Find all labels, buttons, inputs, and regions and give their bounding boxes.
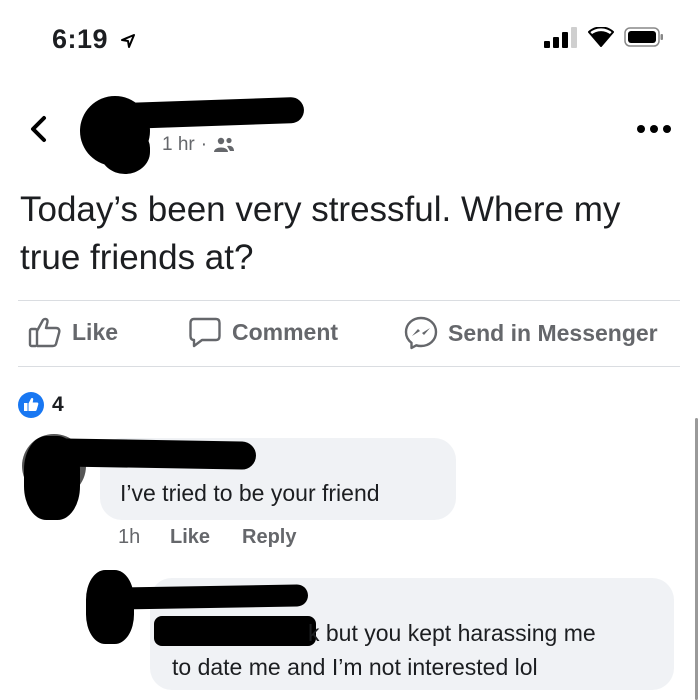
chevron-left-icon bbox=[31, 116, 46, 142]
comment-reply-button[interactable]: Reply bbox=[242, 526, 296, 549]
like-reaction-icon bbox=[18, 392, 44, 418]
status-icons bbox=[544, 26, 664, 48]
post-time[interactable]: 1 hr bbox=[162, 134, 195, 156]
post-text: Today’s been very stressful. Where my tr… bbox=[20, 190, 621, 277]
reply-text-line-1: k but you kept harassing me bbox=[308, 620, 596, 646]
author-name-redacted[interactable] bbox=[117, 96, 305, 130]
like-label: Like bbox=[72, 318, 119, 345]
more-options-icon bbox=[637, 125, 671, 133]
comment-time: 1h bbox=[118, 526, 141, 548]
status-time: 6:19 bbox=[52, 24, 136, 55]
wifi-icon bbox=[588, 27, 614, 47]
post-meta: 1 hr · bbox=[162, 134, 235, 156]
post-options-button[interactable] bbox=[636, 122, 672, 134]
comment-text: I’ve tried to be your friend bbox=[120, 480, 380, 506]
divider bbox=[18, 300, 680, 301]
reaction-count: 4 bbox=[52, 393, 64, 416]
signal-icon bbox=[544, 27, 577, 48]
comment-label: Comment bbox=[232, 318, 339, 345]
clock-text: 6:19 bbox=[52, 24, 109, 54]
reply-author-name-redacted[interactable] bbox=[109, 584, 309, 610]
friends-icon bbox=[214, 137, 235, 152]
scrollbar[interactable] bbox=[695, 418, 698, 700]
comment-reply-label: Reply bbox=[242, 526, 297, 548]
reply-text-line-2: to date me and I’m not interested lol bbox=[172, 654, 538, 680]
send-in-messenger-label: Send in Messenger bbox=[448, 319, 658, 346]
divider bbox=[18, 366, 680, 367]
comment-icon bbox=[189, 317, 221, 348]
thumbs-up-icon bbox=[28, 317, 61, 348]
meta-separator: · bbox=[200, 134, 208, 155]
reactions-summary[interactable]: 4 bbox=[18, 392, 64, 418]
redaction-mark bbox=[100, 130, 150, 174]
send-in-messenger-button[interactable]: Send in Messenger bbox=[404, 316, 658, 350]
location-arrow-icon bbox=[121, 33, 136, 48]
messenger-icon bbox=[404, 316, 438, 350]
battery-icon bbox=[624, 27, 663, 47]
back-button[interactable] bbox=[26, 114, 52, 144]
comment-like-button[interactable]: Like bbox=[170, 526, 210, 549]
reply-text-redacted bbox=[154, 616, 316, 646]
commenter-name-redacted[interactable] bbox=[49, 438, 257, 470]
comment-like-label: Like bbox=[170, 526, 211, 548]
like-button[interactable]: Like bbox=[28, 316, 118, 348]
comment-button[interactable]: Comment bbox=[188, 316, 338, 348]
